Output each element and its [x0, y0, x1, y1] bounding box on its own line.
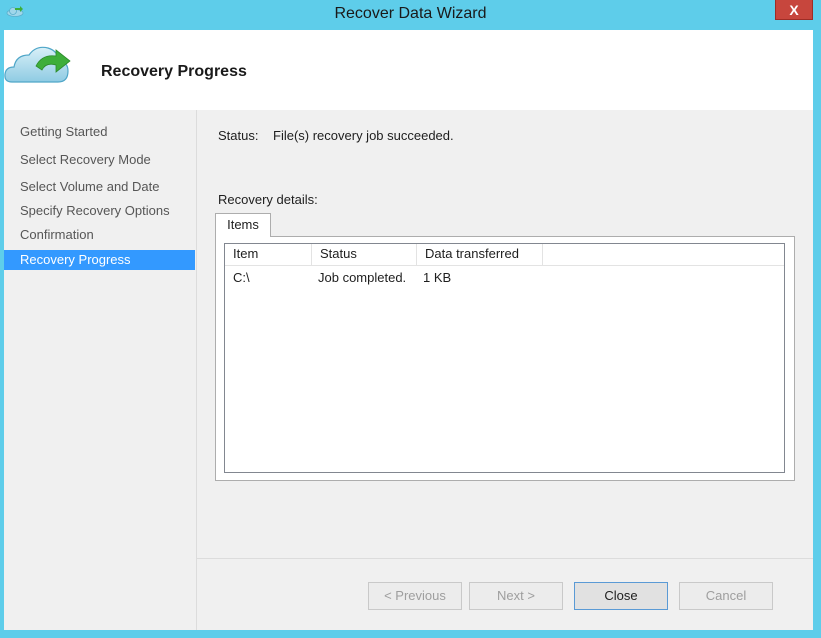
window-title: Recover Data Wizard: [334, 5, 487, 22]
title-bar: Recover Data Wizard X: [0, 0, 821, 30]
column-header-item[interactable]: Item: [225, 244, 312, 265]
cancel-button[interactable]: Cancel: [679, 582, 773, 610]
footer-divider: [197, 558, 813, 559]
next-button[interactable]: Next >: [469, 582, 563, 610]
close-window-button[interactable]: X: [775, 0, 813, 20]
wizard-content: Status: File(s) recovery job succeeded. …: [197, 110, 813, 630]
cell-status: Job completed.: [318, 270, 407, 285]
cell-item: C:\: [233, 270, 250, 285]
column-header-data-transferred[interactable]: Data transferred: [417, 244, 543, 265]
status-value: File(s) recovery job succeeded.: [273, 128, 454, 143]
step-getting-started[interactable]: Getting Started: [4, 122, 195, 142]
page-title: Recovery Progress: [101, 63, 247, 80]
step-select-volume-and-date[interactable]: Select Volume and Date: [4, 177, 195, 197]
wizard-steps-sidebar: Getting Started Select Recovery Mode Sel…: [4, 110, 197, 630]
cell-data-transferred: 1 KB: [423, 270, 452, 285]
wizard-window: Recovery Progress Getting Started Select…: [4, 30, 813, 630]
step-specify-recovery-options[interactable]: Specify Recovery Options: [4, 201, 195, 221]
step-select-recovery-mode[interactable]: Select Recovery Mode: [4, 150, 195, 170]
wizard-header: Recovery Progress: [4, 30, 813, 110]
recovery-items-list[interactable]: Item Status Data transferred C:\ Job com…: [224, 243, 785, 473]
cloud-refresh-icon: [4, 46, 71, 83]
step-recovery-progress[interactable]: Recovery Progress: [4, 250, 195, 270]
list-header: Item Status Data transferred: [225, 244, 784, 266]
step-confirmation[interactable]: Confirmation: [4, 225, 195, 245]
items-tab-panel: Item Status Data transferred C:\ Job com…: [215, 236, 795, 481]
recovery-details-label: Recovery details:: [218, 192, 318, 207]
status-label: Status:: [218, 128, 259, 143]
previous-button[interactable]: < Previous: [368, 582, 462, 610]
tab-items[interactable]: Items: [215, 213, 271, 237]
column-header-status[interactable]: Status: [312, 244, 417, 265]
close-button[interactable]: Close: [574, 582, 668, 610]
